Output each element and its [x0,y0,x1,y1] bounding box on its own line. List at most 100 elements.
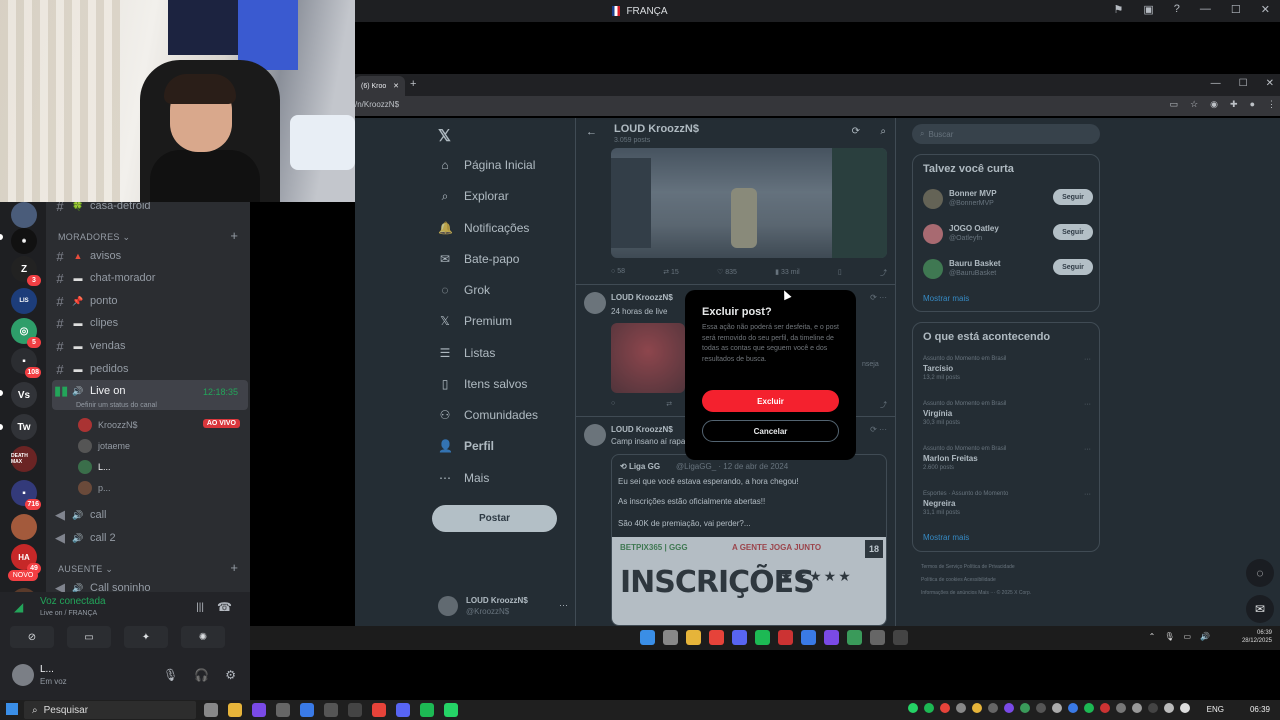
spotify-icon[interactable] [420,703,434,717]
file-explorer-icon[interactable] [686,630,701,645]
task-view-icon[interactable] [204,703,218,717]
spotify-tray-icon[interactable] [924,703,934,713]
camera-off-button[interactable]: ⊘ [10,626,54,648]
server-icon[interactable]: LIS [11,288,37,314]
discord-icon[interactable] [732,630,747,645]
tray-icon[interactable] [1036,703,1046,713]
headphones-icon[interactable]: 🎧 [194,668,209,682]
tray-icon[interactable] [988,703,998,713]
voice-channel-call-2[interactable]: ◀ 🔊 call 2 [54,528,244,548]
install-icon[interactable]: ▭ [1170,99,1179,110]
settings-gear-icon[interactable]: ⚙ [225,668,236,682]
inner-clock[interactable]: 06:39 28/12/2025 [1242,629,1272,645]
network-icon[interactable] [1164,703,1174,713]
minimize-button[interactable]: — [1211,78,1221,89]
cancel-button[interactable]: Cancelar [702,420,839,442]
add-channel-icon[interactable]: + [230,560,238,575]
category-ausente[interactable]: AUSENTE ⌄ [58,564,113,575]
whatsapp-tray-icon[interactable] [908,703,918,713]
server-icon[interactable]: Vs [11,382,37,408]
chrome-icon[interactable] [372,703,386,717]
taskbar-search[interactable]: ⌕ Pesquisar [24,701,196,719]
tray-icon[interactable] [1116,703,1126,713]
server-icon[interactable]: ▪ 108 [11,348,41,378]
microphone-icon[interactable]: 🎙 [163,668,178,682]
file-explorer-icon[interactable] [228,703,242,717]
noise-suppression-icon[interactable]: ||| [196,602,204,613]
server-icon[interactable] [11,514,37,540]
tray-icon[interactable] [1052,703,1062,713]
channel-chat-morador[interactable]: # ▬ chat-morador [54,268,244,288]
whatsapp-icon[interactable] [444,703,458,717]
app-icon[interactable] [348,703,362,717]
address-bar[interactable]: /n/KroozzN$ [355,100,399,109]
chevron-up-icon[interactable]: ⌃ [1149,632,1156,641]
taskbar-clock[interactable]: 06:39 [1250,705,1270,714]
windows-start-icon[interactable] [6,703,18,715]
volume-icon[interactable]: 🔊 [1200,632,1210,641]
delete-button[interactable]: Excluir [702,390,839,412]
app-icon[interactable] [300,703,314,717]
task-view-icon[interactable] [663,630,678,645]
messages-quick-button[interactable]: ✉ [1246,595,1274,623]
network-icon[interactable]: ▭ [1183,632,1191,641]
spotify-icon[interactable] [755,630,770,645]
close-button[interactable]: ✕ [1266,78,1274,89]
media-icon[interactable]: ◉ [1210,99,1218,110]
channel-pedidos[interactable]: # ▬ pedidos [54,359,244,379]
soundboard-button[interactable]: ✺ [181,626,225,648]
inbox-icon[interactable]: ▣ [1143,3,1153,16]
chrome-icon[interactable] [709,630,724,645]
new-tab-button[interactable]: + [410,78,416,90]
share-screen-button[interactable]: ▭ [67,626,111,648]
voice-channel-soninho[interactable]: ◀ 🔊 Call soninho [54,578,244,592]
menu-kebab-icon[interactable]: ⋮ [1267,99,1276,110]
windows-start-icon[interactable] [640,630,655,645]
app-icon[interactable] [847,630,862,645]
help-icon[interactable]: ? [1174,3,1180,16]
app-icon[interactable] [324,703,338,717]
voice-user[interactable]: p... [78,478,250,498]
user-avatar[interactable] [12,664,34,686]
maximize-button[interactable]: ☐ [1239,78,1248,89]
app-icon[interactable] [824,630,839,645]
close-button[interactable]: ✕ [1261,3,1270,16]
server-icon[interactable] [11,202,37,228]
server-icon[interactable]: ◎ 5 [11,318,41,348]
grok-quick-button[interactable]: ◌ [1246,559,1274,587]
tab-close-icon[interactable]: ✕ [393,82,399,90]
discord-icon[interactable] [396,703,410,717]
channel-ponto[interactable]: # 📌 ponto [54,291,244,311]
server-icon[interactable]: HA 49 [11,544,41,574]
server-icon[interactable]: Tw [11,414,37,440]
server-icon[interactable]: DEATH MAX [11,446,37,472]
tray-icon[interactable] [956,703,966,713]
user-name[interactable]: L... [40,664,54,675]
tray-icon[interactable] [940,703,950,713]
app-icon[interactable] [276,703,290,717]
channel-avisos[interactable]: # ▲ avisos [54,246,244,266]
channel-clipes[interactable]: # ▬ clipes [54,313,244,333]
add-channel-icon[interactable]: + [230,228,238,243]
tray-icon[interactable] [1132,703,1142,713]
channel-vendas[interactable]: # ▬ vendas [54,336,244,356]
disconnect-icon[interactable]: ☎ [217,600,232,614]
server-icon[interactable]: ◉ [11,228,37,254]
mic-icon[interactable]: 🎙 [1164,632,1174,641]
flag-icon[interactable]: ⚑ [1114,3,1124,16]
tray-icon[interactable] [1068,703,1078,713]
app-icon[interactable] [778,630,793,645]
maximize-button[interactable]: ☐ [1231,3,1241,16]
minimize-button[interactable]: — [1200,3,1211,16]
voice-status[interactable]: Voz conectada [40,596,106,607]
tray-icon[interactable] [1020,703,1030,713]
voice-channel-call[interactable]: ◀ 🔊 call [54,505,244,525]
category-moradores[interactable]: MORADORES ⌄ [58,232,130,243]
app-icon[interactable] [801,630,816,645]
tray-icon[interactable] [1004,703,1014,713]
tray-icon[interactable] [1100,703,1110,713]
voice-channel-path[interactable]: Live on / FRANÇA [40,610,97,617]
volume-icon[interactable] [1180,703,1190,713]
channel-status-hint[interactable]: Definir um status do canal [76,402,157,409]
voice-user[interactable]: jotaeme [78,436,250,456]
